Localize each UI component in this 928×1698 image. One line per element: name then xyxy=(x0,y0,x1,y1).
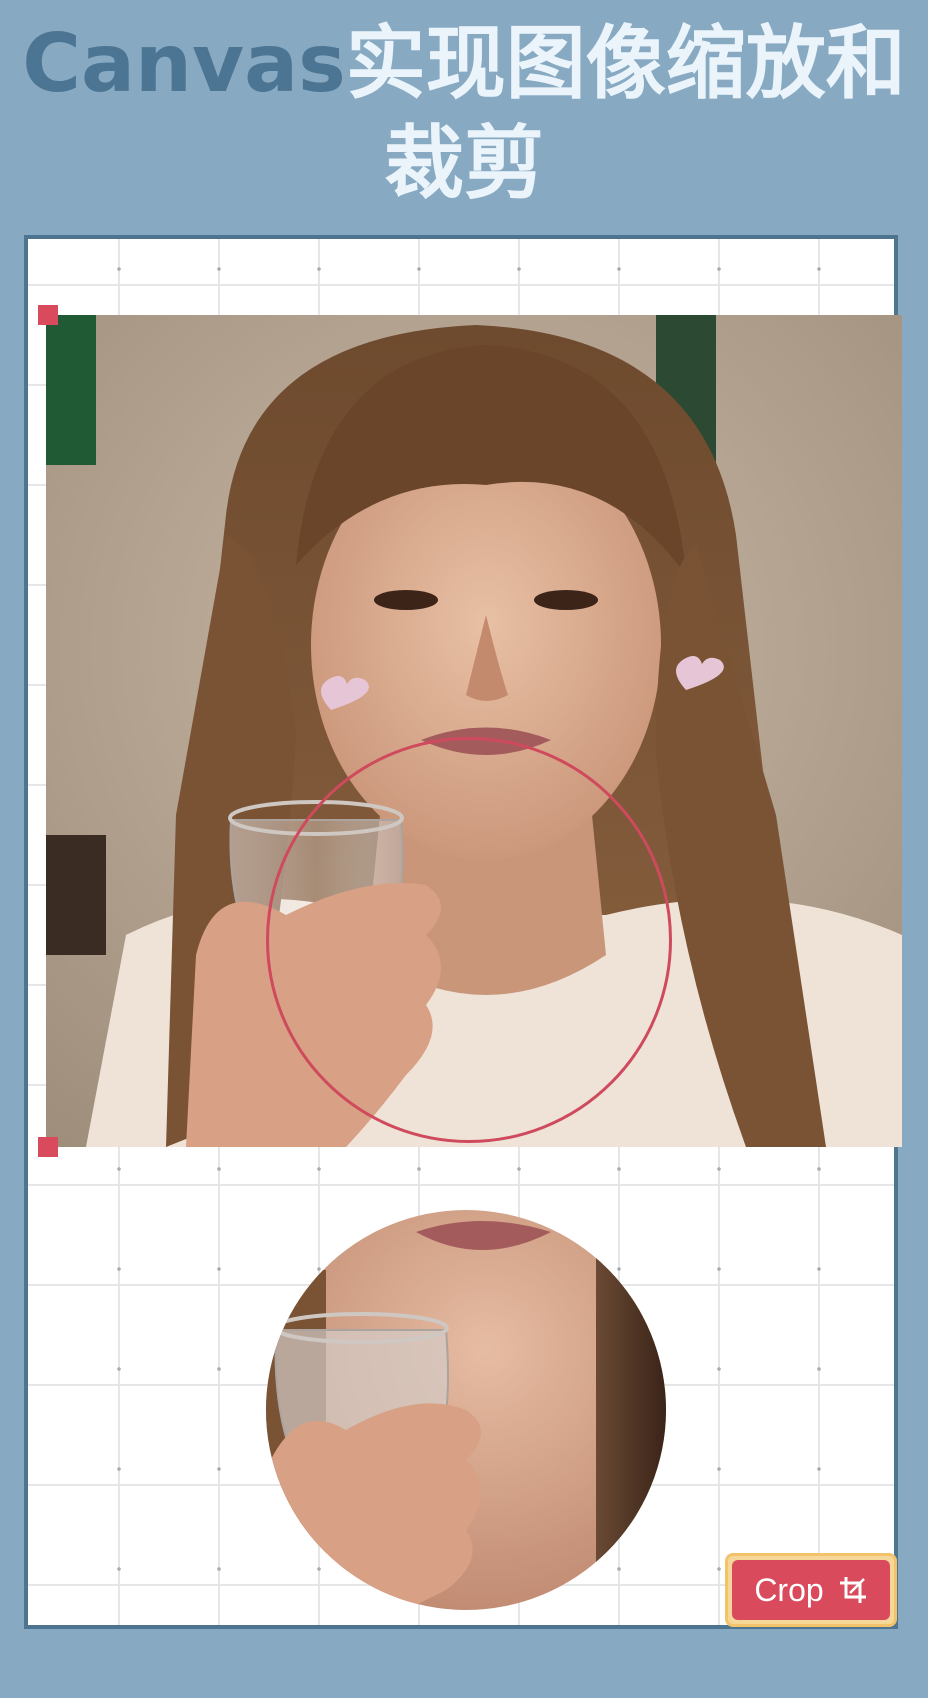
cropped-image xyxy=(266,1210,666,1610)
page-title: Canvas实现图像缩放和裁剪 xyxy=(0,14,928,214)
title-accent: Canvas xyxy=(22,17,346,110)
resize-handle-bottom-left[interactable] xyxy=(38,1137,58,1157)
crop-icon xyxy=(838,1575,868,1605)
title-text: 实现图像缩放和裁剪 xyxy=(345,17,906,210)
resize-handle-top-left[interactable] xyxy=(38,305,58,325)
portrait-photo xyxy=(46,315,902,1147)
source-image[interactable] xyxy=(46,315,902,1147)
cropped-preview xyxy=(266,1210,666,1610)
crop-button[interactable]: Crop xyxy=(732,1560,890,1620)
crop-button-focus-ring: Crop xyxy=(725,1553,897,1627)
crop-button-label: Crop xyxy=(754,1571,824,1608)
